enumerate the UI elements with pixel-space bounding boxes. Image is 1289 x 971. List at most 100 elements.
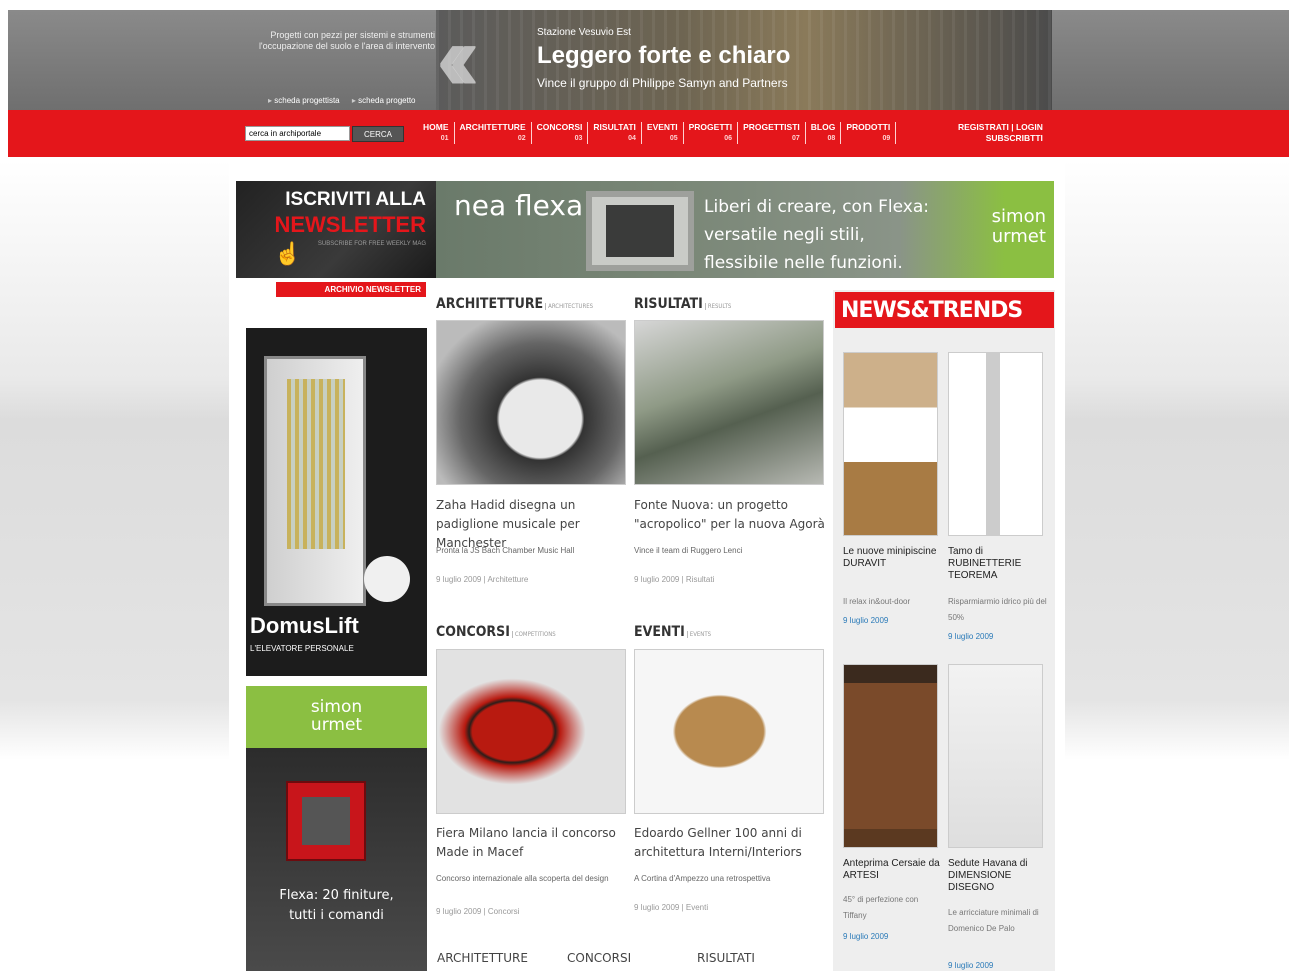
section-title: EVENTI	[634, 624, 685, 640]
promo-links: scheda progettista scheda progetto	[268, 96, 425, 105]
nav-label: BLOG	[810, 122, 836, 132]
hero-kicker: Stazione Vesuvio Est	[537, 27, 631, 38]
nav-label: EVENTI	[646, 122, 678, 132]
concorsi-article-title[interactable]: Fiera Milano lancia il concorso Made in …	[436, 824, 628, 862]
section-architetture-heading[interactable]: ARCHITETTURE ARCHITECTURES	[436, 296, 594, 312]
domuslift-ad[interactable]: DomusLift L'ELEVATORE PERSONALE	[246, 328, 427, 676]
news-item-thumbnail[interactable]	[843, 664, 938, 848]
brand-line-2: urmet	[991, 226, 1046, 247]
bottom-tab-risultati[interactable]: RISULTATI	[697, 951, 755, 965]
section-title: CONCORSI	[436, 624, 510, 640]
nav-item-progettisti[interactable]: PROGETTISTI 07	[738, 122, 806, 144]
nav-menu: HOME 01 ARCHITETTURE 02 CONCORSI 03 RISULTA…	[418, 122, 897, 144]
login-link[interactable]: LOGIN	[1016, 122, 1043, 132]
eventi-article-desc: A Cortina d'Ampezzo una retrospettiva	[634, 874, 771, 883]
lamp-image	[364, 556, 410, 602]
news-item-date: 9 luglio 2009	[948, 961, 994, 970]
news-item-title[interactable]: Le nuove minipiscine DURAVIT	[843, 546, 943, 570]
simon-ad-caption: Flexa: 20 finiture, tutti i comandi	[246, 886, 427, 926]
news-item-title[interactable]: Tamo di RUBINETTERIE TEOREMA	[948, 546, 1048, 582]
news-trends-header: NEWS&TRENDS	[835, 292, 1054, 328]
elevator-door-image	[264, 356, 366, 606]
flexa-ad-banner[interactable]: nea flexa Liberi di creare, con Flexa: v…	[436, 181, 1054, 278]
section-subtitle: RESULTS	[704, 303, 732, 310]
section-concorsi-heading[interactable]: CONCORSI COMPETITIONS	[436, 624, 556, 640]
hero-subtitle: Vince il gruppo di Philippe Samyn and Pa…	[537, 76, 788, 90]
news-item-thumbnail[interactable]	[948, 352, 1043, 536]
hero-title: Leggero forte e chiaro	[537, 42, 791, 69]
nav-label: PRODOTTI	[846, 122, 891, 132]
brand-line-1: simon	[310, 697, 363, 717]
hand-pointer-icon: ☝	[274, 241, 302, 266]
nav-item-home[interactable]: HOME 01	[418, 122, 455, 144]
nav-label: HOME	[423, 122, 449, 132]
caption-line-2: tutti i comandi	[289, 908, 384, 923]
architetture-thumbnail[interactable]	[436, 320, 626, 485]
search-button[interactable]: CERCA	[352, 126, 404, 142]
switch-plate-image	[586, 191, 694, 271]
risultati-thumbnail[interactable]	[634, 320, 824, 485]
nav-number: 07	[791, 135, 800, 142]
nav-item-risultati[interactable]: RISULTATI 04	[588, 122, 642, 144]
link-scheda-progetto[interactable]: scheda progetto	[352, 96, 416, 105]
risultati-article-title[interactable]: Fonte Nuova: un progetto "acropolico" pe…	[634, 496, 826, 534]
promo-text-line-1: Progetti con pezzi per sistemi e strumen…	[270, 30, 435, 40]
section-risultati-heading[interactable]: RISULTATI RESULTS	[634, 296, 732, 312]
nav-item-eventi[interactable]: EVENTI 05	[642, 122, 684, 144]
risultati-article-desc: Vince il team di Ruggero Lenci	[634, 546, 743, 555]
bottom-tab-concorsi[interactable]: CONCORSI	[567, 951, 631, 965]
nav-item-prodotti[interactable]: PRODOTTI 09	[841, 122, 897, 144]
news-item-thumbnail[interactable]	[948, 664, 1043, 848]
nav-item-progetti[interactable]: PROGETTI 06	[684, 122, 739, 144]
news-item-title[interactable]: Anteprima Cersaie da ARTESI	[843, 858, 943, 882]
section-subtitle: COMPETITIONS	[511, 631, 556, 638]
nav-label: ARCHITETTURE	[459, 122, 526, 132]
concorsi-thumbnail[interactable]	[436, 649, 626, 814]
search-input[interactable]	[245, 126, 350, 141]
simon-urmet-side-ad[interactable]: simon urmet Flexa: 20 finiture, tutti i …	[246, 686, 427, 971]
news-item-thumbnail[interactable]	[843, 352, 938, 536]
newsletter-banner[interactable]: ISCRIVITI ALLA NEWSLETTER SUBSCRIBE FOR …	[236, 181, 436, 278]
nav-number: 03	[574, 135, 583, 142]
architetture-article-desc: Pronta la JS Bach Chamber Music Hall	[436, 546, 575, 555]
promo-text-line-2: l'occupazione del suolo e l'area di inte…	[258, 41, 435, 51]
nav-number: 05	[669, 135, 678, 142]
subscribers-link[interactable]: SUBSCRIBTTI	[958, 133, 1043, 144]
concorsi-article-desc: Concorso internazionale alla scoperta de…	[436, 874, 609, 883]
flexa-line-2: versatile negli stili,	[704, 225, 865, 245]
hero-banner[interactable]: ‹‹ Stazione Vesuvio Est Leggero forte e …	[436, 10, 1052, 110]
news-item-desc: Il relax in&out-door	[843, 597, 911, 606]
news-item-date: 9 luglio 2009	[843, 616, 889, 625]
section-subtitle: ARCHITECTURES	[545, 303, 594, 310]
nav-item-concorsi[interactable]: CONCORSI 03	[532, 122, 589, 144]
brand-line-1: simon	[991, 206, 1046, 227]
nav-label: PROGETTISTI	[743, 122, 800, 132]
eventi-article-title[interactable]: Edoardo Gellner 100 anni di architettura…	[634, 824, 826, 862]
news-trends-title: NEWS&TRENDS	[841, 298, 1023, 323]
news-item-desc: Le arricciature minimali di Domenico De …	[948, 908, 1039, 933]
newsletter-line-2: NEWSLETTER	[274, 212, 426, 237]
nav-label: RISULTATI	[593, 122, 636, 132]
promo-text: Progetti con pezzi per sistemi e strumen…	[255, 30, 435, 52]
eventi-thumbnail[interactable]	[634, 649, 824, 814]
newsletter-line-3: SUBSCRIBE FOR FREE WEEKLY MAG	[317, 241, 426, 247]
domuslift-tagline: L'ELEVATORE PERSONALE	[250, 644, 354, 653]
section-subtitle: EVENTS	[686, 631, 712, 638]
nav-item-blog[interactable]: BLOG 08	[806, 122, 842, 144]
domuslift-logo: DomusLift	[250, 613, 359, 638]
simon-urmet-logo: simon urmet	[246, 698, 427, 734]
nav-label: PROGETTI	[688, 122, 733, 132]
flexa-line-1: Liberi di creare, con Flexa:	[704, 197, 929, 217]
nav-item-architetture[interactable]: ARCHITETTURE 02	[455, 122, 532, 144]
section-eventi-heading[interactable]: EVENTI EVENTS	[634, 624, 712, 640]
archivio-newsletter-link[interactable]: ARCHIVIO NEWSLETTER	[276, 282, 426, 297]
link-scheda-progettista[interactable]: scheda progettista	[268, 96, 340, 105]
news-item-desc: Risparmiarmio idrico più del 50%	[948, 597, 1047, 622]
double-chevron-left-icon: ‹‹	[436, 10, 480, 110]
news-item-desc: 45° di perfezione con Tiffany	[843, 895, 919, 920]
news-item-title[interactable]: Sedute Havana di DIMENSIONE DISEGNO	[948, 858, 1048, 894]
eventi-article-date: 9 luglio 2009 | Eventi	[634, 903, 709, 912]
flexa-logo: nea flexa	[454, 189, 584, 222]
bottom-tab-architetture[interactable]: ARCHITETTURE	[437, 951, 528, 965]
register-link[interactable]: REGISTRATI	[958, 122, 1009, 132]
